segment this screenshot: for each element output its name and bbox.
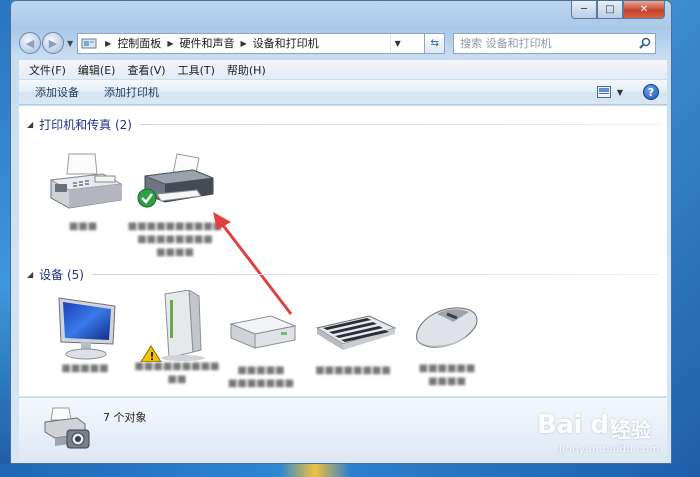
menu-bar: 文件(F) 编辑(E) 查看(V) 工具(T) 帮助(H) xyxy=(19,59,667,79)
view-icon xyxy=(596,86,611,98)
object-count: 7 个对象 xyxy=(103,411,147,424)
device-mouse[interactable]: ■■■■■■ ■■■■ xyxy=(401,292,493,388)
close-button[interactable]: ✕ xyxy=(623,1,665,19)
group-divider xyxy=(139,124,659,125)
computer-tower-icon: ! xyxy=(137,289,217,363)
monitor-icon xyxy=(45,292,125,360)
device-label-blurred: ■■■■■■■■■ ■■ xyxy=(134,361,220,385)
device-default-printer[interactable]: ■■■■■■■■■■ ■■■■■■■■ ■■■■ xyxy=(128,150,222,259)
device-label-blurred: ■■■■■■■■ xyxy=(315,365,391,376)
change-view-button[interactable]: ▼ xyxy=(596,86,623,98)
breadcrumb-control-panel[interactable]: 控制面板 xyxy=(117,35,161,51)
device-storage[interactable]: ■■■■■ ■■■■■■■ xyxy=(215,294,307,390)
address-bar[interactable]: ▶ 控制面板 ▶ 硬件和声音 ▶ 设备和打印机 ▼ xyxy=(77,32,426,54)
group-divider xyxy=(91,274,659,275)
collapse-triangle-icon[interactable]: ◢ xyxy=(27,120,33,129)
fax-icon xyxy=(43,150,123,214)
breadcrumb-separator-icon: ▶ xyxy=(167,38,174,48)
baidu-watermark: Bai du 经验 jingyan.baidu.com xyxy=(537,400,672,462)
minimize-button[interactable]: ─ xyxy=(571,1,597,19)
back-button[interactable]: ◀ xyxy=(19,32,41,54)
refresh-icon: ⇆ xyxy=(430,37,439,49)
control-panel-icon xyxy=(81,36,97,50)
search-icon[interactable] xyxy=(639,37,651,52)
device-label-blurred: ■■■■■ xyxy=(61,363,109,374)
refresh-button[interactable]: ⇆ xyxy=(425,32,446,54)
breadcrumb-devices-printers[interactable]: 设备和打印机 xyxy=(253,35,319,51)
help-button[interactable]: ? xyxy=(643,84,659,100)
group-title-printers: 打印机和传真 (2) xyxy=(39,118,132,132)
add-device-button[interactable]: 添加设备 xyxy=(35,84,79,100)
keyboard-icon xyxy=(313,294,397,358)
menu-tools[interactable]: 工具(T) xyxy=(178,62,215,78)
menu-edit[interactable]: 编辑(E) xyxy=(78,62,116,78)
device-label-blurred: ■■■■■■ ■■■■ xyxy=(418,363,476,387)
menu-help[interactable]: 帮助(H) xyxy=(227,62,266,78)
search-input[interactable]: 搜索 设备和打印机 xyxy=(453,32,657,54)
view-dropdown-icon: ▼ xyxy=(616,87,623,97)
command-bar: 添加设备 添加打印机 ▼ ? xyxy=(19,80,667,105)
device-computer[interactable]: ! ■■■■■■■■■ ■■ xyxy=(131,289,223,386)
watermark-url: jingyan.baidu.com xyxy=(559,444,660,455)
maximize-button[interactable]: □ xyxy=(597,1,623,19)
taskbar-strip xyxy=(0,464,700,477)
device-monitor[interactable]: ■■■■■ xyxy=(39,292,131,375)
group-title-devices: 设备 (5) xyxy=(39,268,84,282)
breadcrumb-separator-icon: ▶ xyxy=(240,38,247,48)
external-drive-icon xyxy=(221,294,301,358)
device-keyboard[interactable]: ■■■■■■■■ xyxy=(307,294,399,377)
device-list-pane: ◢ 打印机和传真 (2) ■■■ ■■■■■■■■■■ ■■■■■■■■ ■■■… xyxy=(19,106,667,396)
menu-view[interactable]: 查看(V) xyxy=(127,62,165,78)
forward-button[interactable]: ▶ xyxy=(42,32,64,54)
collapse-triangle-icon[interactable]: ◢ xyxy=(27,270,33,279)
breadcrumb-separator-icon: ▶ xyxy=(105,38,112,48)
desktop-background xyxy=(0,0,10,477)
devices-and-printers-icon xyxy=(41,404,97,454)
add-printer-button[interactable]: 添加打印机 xyxy=(104,84,159,100)
back-arrow-icon: ◀ xyxy=(25,36,35,50)
address-dropdown-icon[interactable]: ▼ xyxy=(390,33,404,53)
search-placeholder: 搜索 设备和打印机 xyxy=(460,37,552,50)
mouse-icon xyxy=(407,292,487,356)
caption-buttons: ─ □ ✕ xyxy=(571,1,665,19)
navigation-bar: ◀ ▶ ▼ ▶ 控制面板 ▶ 硬件和声音 ▶ 设备和打印机 ▼ ⇆ 搜索 设备和打印机 xyxy=(19,31,667,55)
recent-pages-dropdown-icon[interactable]: ▼ xyxy=(67,39,73,48)
watermark-text: 经验 xyxy=(611,418,651,442)
breadcrumb-hardware-sound[interactable]: 硬件和声音 xyxy=(179,35,234,51)
device-fax[interactable]: ■■■ xyxy=(37,150,129,233)
device-label-blurred: ■■■ xyxy=(68,221,98,232)
group-printers-fax[interactable]: ◢ 打印机和传真 (2) xyxy=(27,116,659,133)
menu-file[interactable]: 文件(F) xyxy=(29,62,66,78)
printer-icon xyxy=(135,150,215,214)
devices-and-printers-window: ─ □ ✕ ◀ ▶ ▼ ▶ 控制面板 ▶ 硬件和声音 ▶ 设备和打印机 ▼ ⇆ 搜索 … xyxy=(10,0,672,464)
forward-arrow-icon: ▶ xyxy=(48,36,58,50)
group-devices[interactable]: ◢ 设备 (5) xyxy=(27,266,659,283)
device-label-blurred: ■■■■■ ■■■■■■■ xyxy=(227,365,295,389)
